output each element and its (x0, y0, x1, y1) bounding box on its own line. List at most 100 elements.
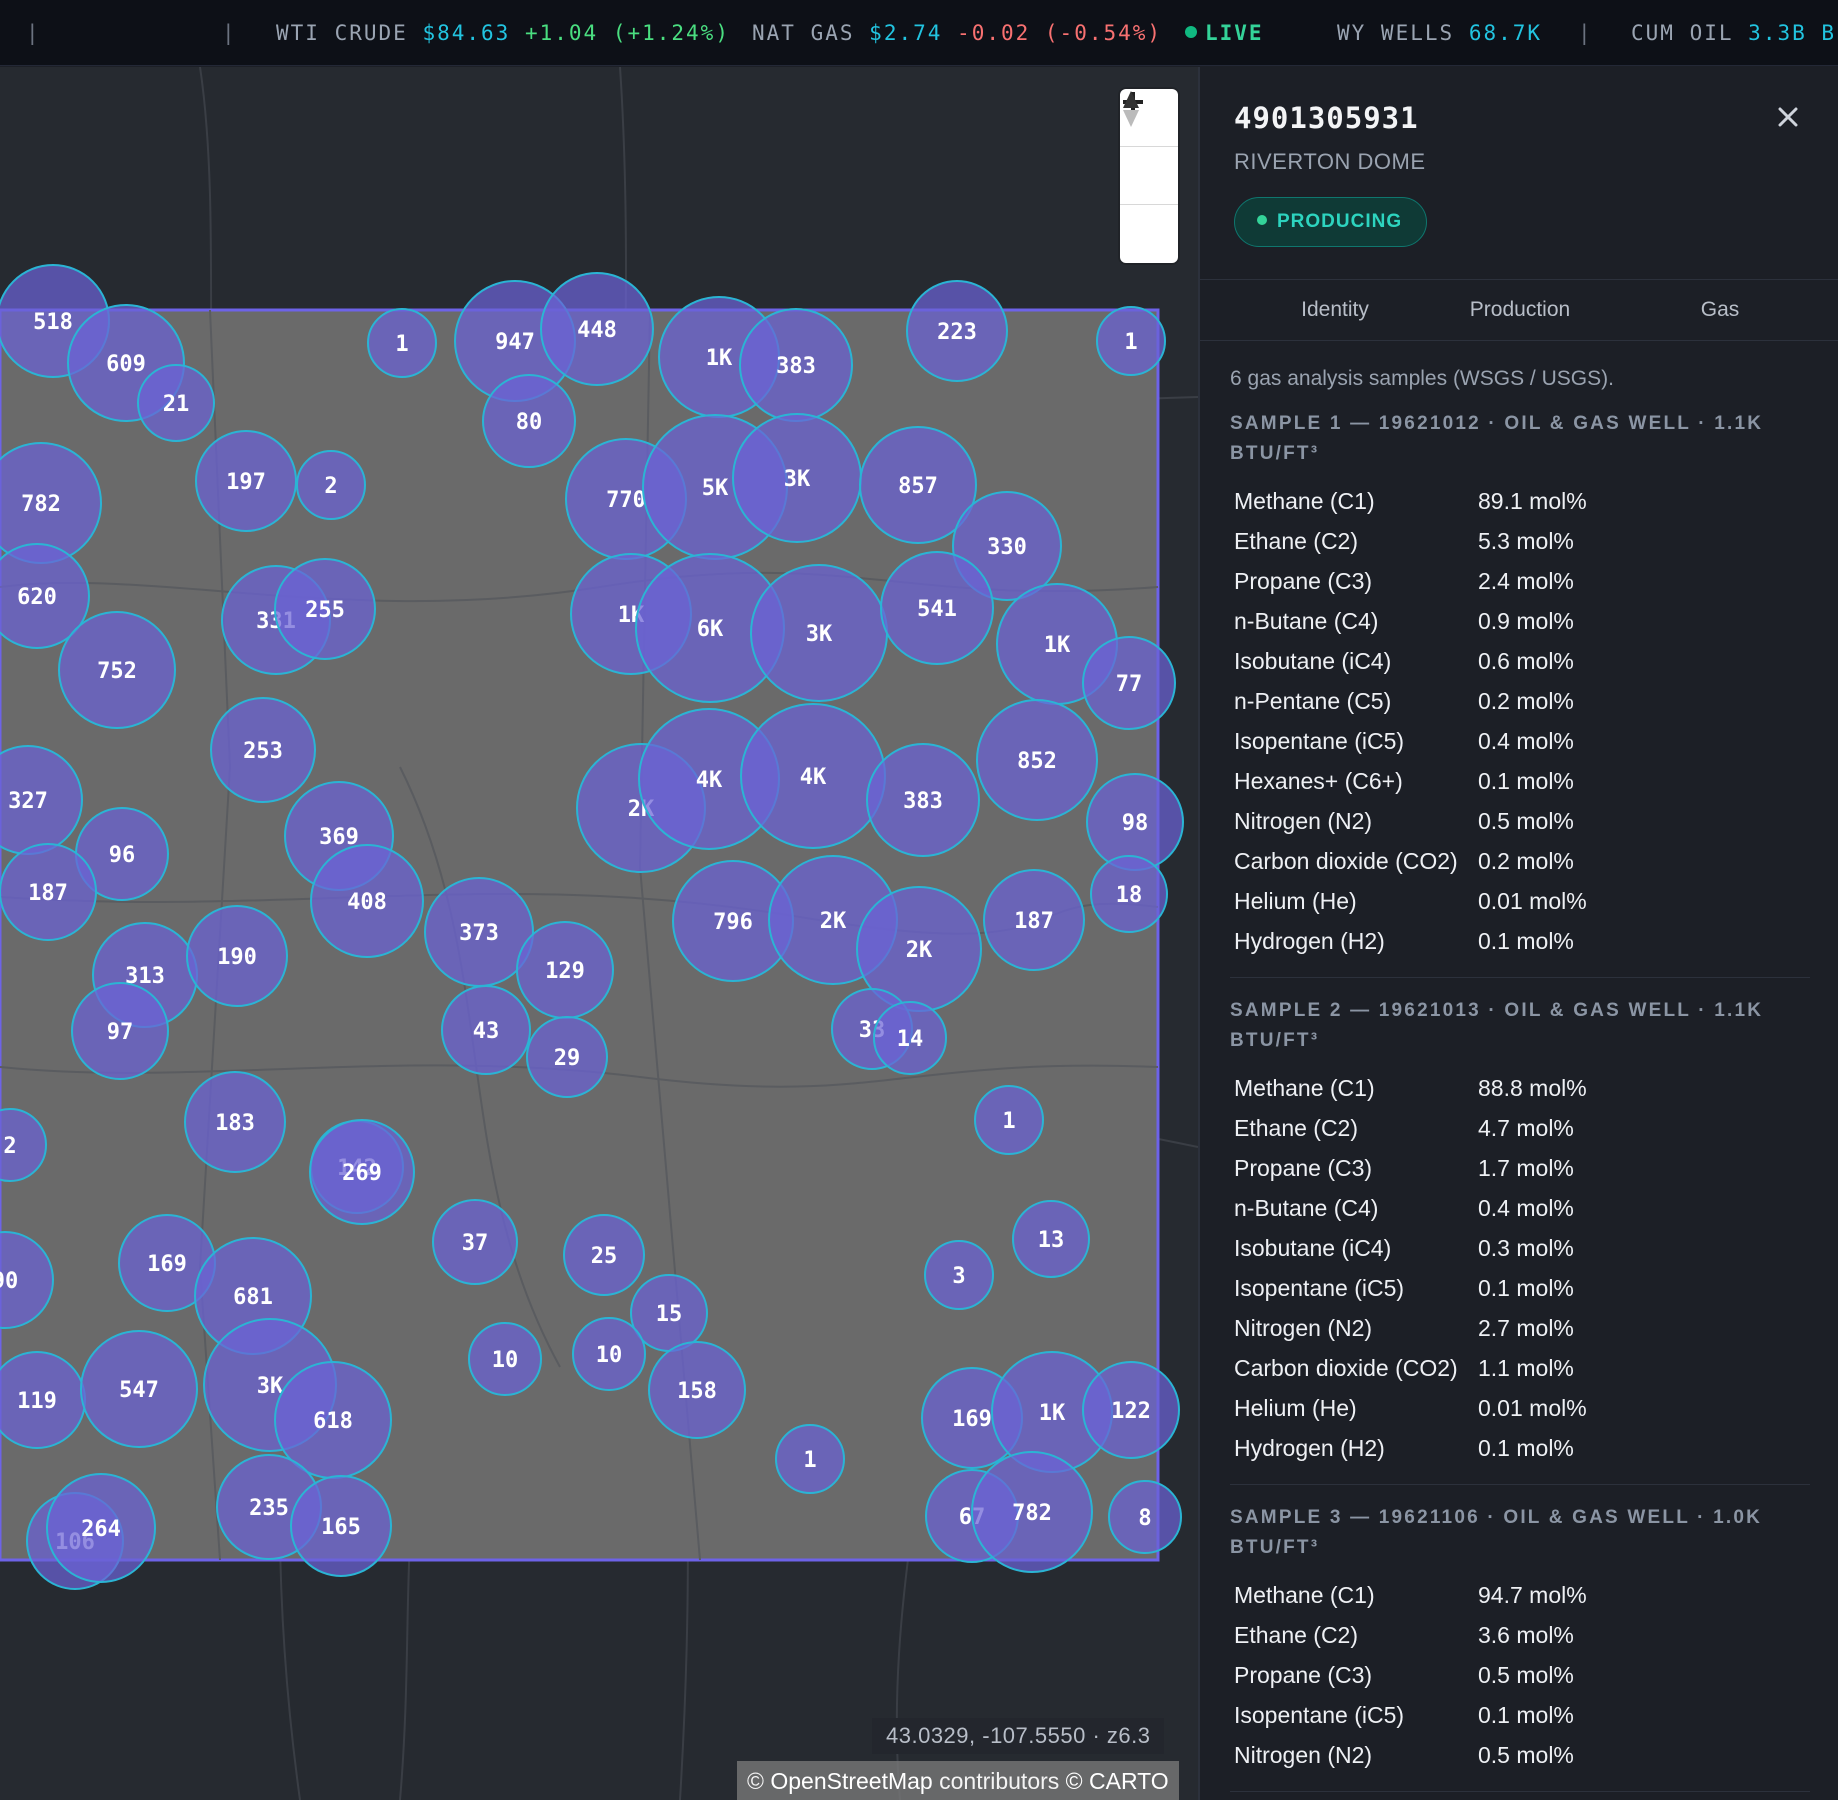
cluster-marker[interactable]: 29 (526, 1016, 608, 1098)
cluster-marker[interactable]: 547 (80, 1330, 198, 1448)
cluster-marker[interactable]: 21 (137, 364, 215, 442)
component-value: 0.1 mol% (1478, 1274, 1574, 1301)
cluster-marker[interactable]: 269 (309, 1119, 415, 1225)
component-name: Carbon dioxide (CO2) (1234, 1354, 1458, 1381)
zoom-out-button[interactable] (1120, 100, 1178, 205)
cluster-marker[interactable]: 14 (873, 1001, 947, 1075)
cluster-marker[interactable]: 1 (367, 308, 437, 378)
cluster-count: 547 (119, 1378, 159, 1403)
component-value: 2.7 mol% (1478, 1314, 1574, 1341)
cluster-marker[interactable]: 383 (866, 743, 980, 857)
cluster-marker[interactable]: 782 (971, 1451, 1093, 1573)
cluster-marker[interactable]: 13 (1012, 1200, 1090, 1278)
cluster-count: 253 (243, 739, 283, 764)
cluster-count: 383 (776, 354, 816, 379)
component-value: 0.01 mol% (1478, 1394, 1587, 1421)
cluster-count: 29 (554, 1046, 581, 1071)
cluster-marker[interactable]: 1 (1096, 306, 1166, 376)
cluster-marker[interactable]: 2 (296, 450, 366, 520)
cluster-count: 97 (107, 1020, 134, 1045)
cluster-count: 235 (249, 1496, 289, 1521)
cluster-marker[interactable]: 18 (1090, 855, 1168, 933)
cluster-marker[interactable]: 8 (1108, 1480, 1182, 1554)
sample-heading: SAMPLE 3 — 19621106 · OIL & GAS WELL · 1… (1230, 1507, 1763, 1558)
wells-label: WY WELLS (1337, 21, 1455, 45)
cluster-count: 77 (1116, 672, 1143, 697)
cluster-marker[interactable]: 383 (739, 308, 853, 422)
cluster-marker[interactable]: 119 (0, 1351, 86, 1449)
well-detail-panel: 4901305931 RIVERTON DOME PRODUCING Ident… (1198, 67, 1838, 1800)
component-row: Methane (C1) 89.1 mol% (1230, 481, 1810, 521)
cluster-marker[interactable]: 255 (274, 558, 376, 660)
ticker-wti: WTI CRUDE $84.63 +1.04 (+1.24%) (276, 20, 730, 46)
component-value: 94.7 mol% (1478, 1581, 1587, 1608)
cluster-marker[interactable]: 37 (432, 1199, 518, 1285)
cluster-marker[interactable]: 408 (310, 844, 424, 958)
osm-link[interactable]: OpenStreetMap (770, 1768, 932, 1794)
cluster-marker[interactable]: 197 (195, 430, 297, 532)
cluster-marker[interactable]: 129 (516, 921, 614, 1019)
cluster-marker[interactable]: 253 (210, 697, 316, 803)
cluster-marker[interactable]: 1 (775, 1424, 845, 1494)
component-row: Helium (He) 0.01 mol% (1230, 1388, 1810, 1428)
cluster-marker[interactable]: 25 (563, 1214, 645, 1296)
cluster-marker[interactable]: 1 (974, 1085, 1044, 1155)
cluster-marker[interactable]: 122 (1082, 1361, 1180, 1459)
cluster-count: 15 (656, 1302, 683, 1327)
component-value: 88.8 mol% (1478, 1074, 1587, 1101)
cluster-marker[interactable]: 264 (46, 1473, 156, 1583)
component-row: Helium (He) 0.01 mol% (1230, 881, 1810, 921)
component-name: Hexanes+ (C6+) (1234, 767, 1403, 794)
gas-analysis-content: 6 gas analysis samples (WSGS / USGS). SA… (1230, 367, 1810, 1800)
cluster-marker[interactable]: 3 (924, 1240, 994, 1310)
cluster-marker[interactable]: 97 (71, 982, 169, 1080)
map-canvas[interactable]: 518 609 21 1 947 448 80 1K 383 223 1 782 197 2 770 5K 3K… (0, 67, 1198, 1800)
cluster-marker[interactable]: 187 (0, 843, 97, 941)
cluster-marker[interactable]: 3K (732, 413, 862, 543)
natgas-label: NAT GAS (752, 21, 855, 45)
cluster-count: 1K (1039, 1401, 1066, 1426)
cluster-marker[interactable]: 158 (648, 1341, 746, 1439)
tab-gas[interactable]: Gas (1670, 280, 1770, 340)
component-name: Methane (C1) (1234, 1074, 1375, 1101)
cluster-count: 752 (97, 659, 137, 684)
component-name: Nitrogen (N2) (1234, 807, 1373, 834)
cluster-marker[interactable]: 852 (976, 699, 1098, 821)
samples-note: 6 gas analysis samples (WSGS / USGS). (1230, 367, 1614, 390)
component-value: 0.1 mol% (1478, 767, 1574, 794)
natgas-change: -0.02 (-0.54%) (957, 21, 1163, 45)
tab-identity[interactable]: Identity (1250, 280, 1420, 340)
compass-icon (1123, 91, 1139, 127)
cluster-marker[interactable]: 190 (186, 905, 288, 1007)
cluster-marker[interactable]: 10 (468, 1322, 542, 1396)
wti-change: +1.04 (+1.24%) (524, 21, 730, 45)
close-panel-button[interactable] (1768, 97, 1808, 137)
cluster-marker[interactable]: 3K (750, 564, 888, 702)
cluster-marker[interactable]: 10 (572, 1317, 646, 1391)
component-name: Isopentane (iC5) (1234, 1274, 1405, 1301)
reset-bearing-button[interactable] (1120, 91, 1178, 263)
tab-production[interactable]: Production (1435, 280, 1605, 340)
cluster-marker[interactable]: 165 (290, 1475, 392, 1577)
cum-oil-value: 3.3B Bbl (1748, 21, 1838, 45)
component-name: Isobutane (iC4) (1234, 1234, 1392, 1261)
cluster-count: 3 (952, 1264, 965, 1289)
cluster-count: 330 (987, 535, 1027, 560)
cluster-marker[interactable]: 541 (880, 551, 994, 665)
cluster-marker[interactable]: 448 (540, 272, 654, 386)
cluster-marker[interactable]: 187 (983, 869, 1085, 971)
carto-link[interactable]: © CARTO (1066, 1768, 1169, 1794)
status-dot-icon (1257, 215, 1267, 225)
cluster-marker[interactable]: 4K (740, 703, 886, 849)
cluster-marker[interactable]: 80 (482, 374, 576, 468)
cluster-marker[interactable]: 223 (906, 280, 1008, 382)
cluster-marker[interactable]: 43 (441, 985, 531, 1075)
status-badge: PRODUCING (1234, 197, 1428, 247)
component-row: Isopentane (iC5) 0.4 mol% (1230, 721, 1810, 761)
cluster-marker[interactable]: 77 (1082, 636, 1176, 730)
map-svg[interactable]: 518609211 947 448801K 383223 1782197 2770 5K 3K… (0, 67, 1198, 1800)
cluster-count: 618 (313, 1409, 353, 1434)
component-value: 0.01 mol% (1478, 887, 1587, 914)
cluster-marker[interactable]: 752 (58, 611, 176, 729)
cluster-marker[interactable]: 183 (184, 1071, 286, 1173)
